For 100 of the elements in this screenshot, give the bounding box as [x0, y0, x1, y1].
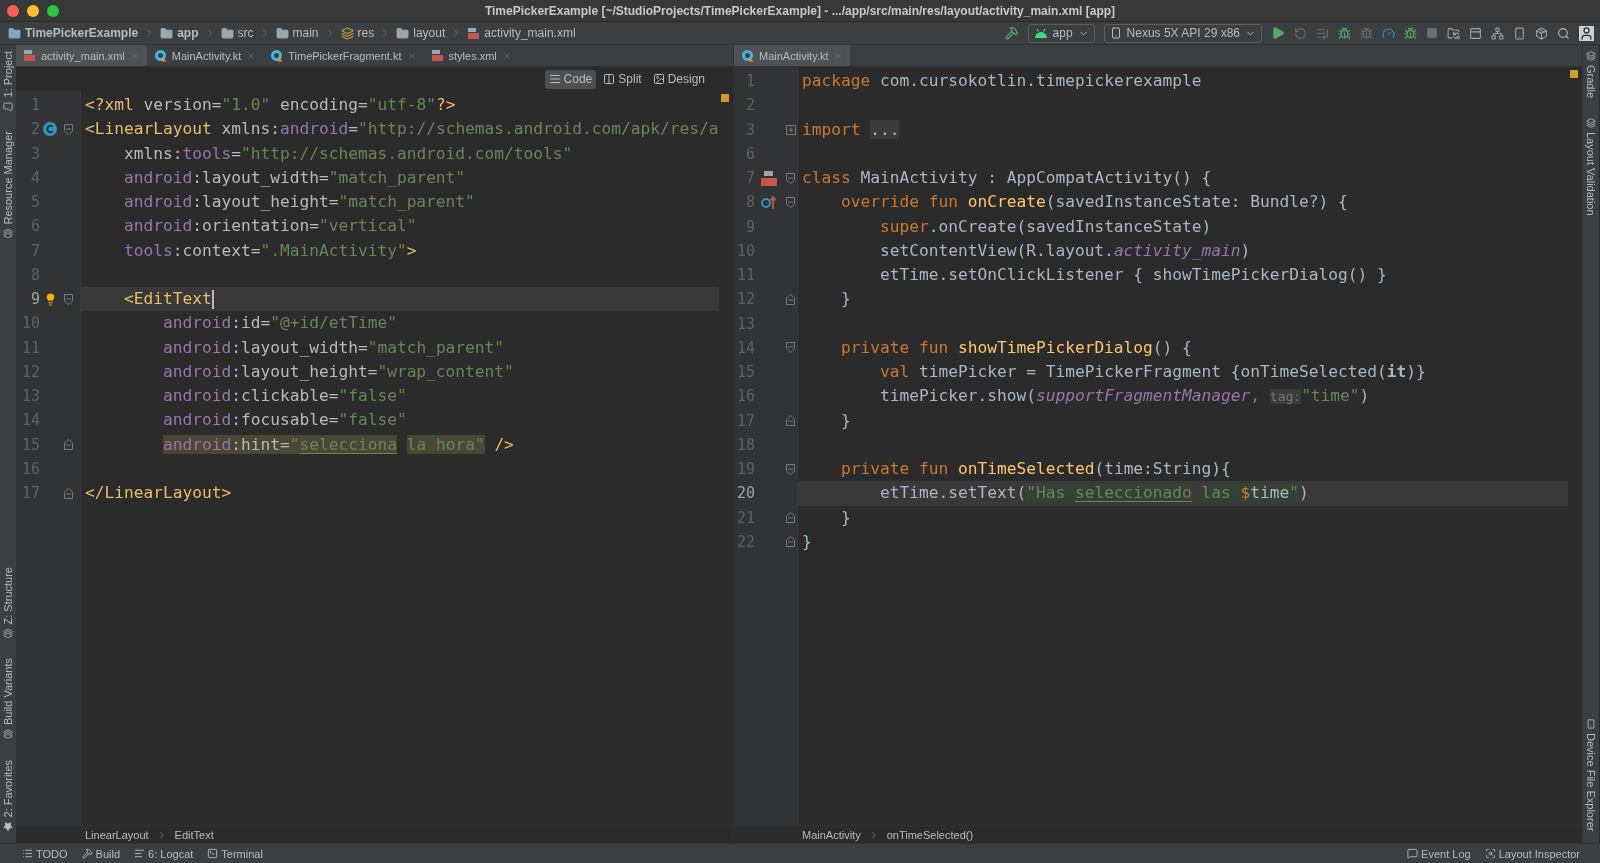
code-line: android:clickable="false" — [161, 385, 408, 407]
layers-icon — [1586, 118, 1596, 129]
list-icon[interactable] — [1316, 26, 1329, 40]
editor-tab[interactable]: MainActivity.kt — [146, 45, 264, 66]
package-icon[interactable] — [1535, 26, 1548, 40]
fold-marker-icon — [786, 293, 795, 305]
rerun-icon[interactable] — [1294, 26, 1307, 40]
code-line: } — [801, 530, 813, 553]
inspection-status-icon — [1570, 70, 1578, 78]
tool-window-button[interactable]: Layout Validation — [1583, 116, 1599, 218]
code-line: android:orientation="vertical" — [123, 215, 418, 238]
tool-window-button[interactable]: Build Variants — [0, 656, 16, 742]
view-mode-button[interactable]: Design — [648, 69, 709, 89]
phone-icon — [1586, 718, 1596, 729]
breadcrumb[interactable]: MainActivity — [802, 828, 861, 841]
tool-window-button[interactable]: 2: Favorites — [0, 757, 16, 833]
layout-file-icon — [430, 49, 444, 62]
bug-icon[interactable] — [1404, 26, 1417, 40]
code-line: android:id="@+id/etTime" — [161, 312, 398, 335]
override-icon — [761, 195, 777, 210]
tool-window-button[interactable]: Z: Structure — [0, 565, 16, 641]
breadcrumb[interactable]: layout — [394, 26, 448, 40]
tool-window-button[interactable]: 6: Logcat — [134, 847, 194, 860]
user-icon[interactable] — [1579, 25, 1594, 41]
phone-icon — [1109, 27, 1122, 39]
tool-window-button[interactable]: Resource Manager — [0, 129, 16, 242]
code-line: class MainActivity : AppCompatActivity() { — [801, 167, 1213, 189]
bug-icon[interactable] — [1338, 26, 1351, 40]
close-button[interactable] — [7, 4, 19, 17]
breadcrumb[interactable]: LinearLayout — [85, 828, 149, 841]
line-number: 9 — [29, 290, 40, 309]
gauge-icon[interactable] — [1382, 26, 1395, 40]
editor-tab[interactable]: activity_main.xml — [16, 45, 147, 66]
tool-window-button[interactable]: Terminal — [207, 847, 263, 860]
fold-marker-icon — [786, 415, 795, 427]
hammer-icon[interactable] — [1004, 26, 1019, 40]
breadcrumb[interactable]: app — [158, 26, 201, 40]
code-line: setContentView(R.layout.activity_main) — [878, 239, 1252, 262]
code-line: private fun showTimePickerDialog() { — [840, 336, 1193, 359]
breadcrumb[interactable]: res — [338, 26, 377, 40]
breadcrumb[interactable]: onTimeSelected() — [886, 828, 974, 841]
tool-window-button[interactable]: Layout Inspector — [1484, 847, 1580, 860]
window-icon[interactable] — [1469, 26, 1482, 40]
kotlin-file-icon — [270, 49, 284, 62]
tool-window-button[interactable]: Event Log — [1407, 847, 1471, 860]
view-mode-button[interactable]: Split — [599, 69, 646, 89]
android-icon — [1033, 27, 1048, 39]
tool-window-button[interactable]: Device File Explorer — [1583, 716, 1599, 833]
stop-icon[interactable] — [1426, 27, 1438, 39]
layout-file-icon — [467, 26, 481, 40]
tool-window-button[interactable]: Build — [81, 847, 121, 860]
network-icon[interactable] — [1491, 26, 1504, 40]
code-line: tools:context=".MainActivity"> — [123, 239, 418, 262]
minimize-button[interactable] — [27, 4, 39, 17]
code-line: android:layout_width="match_parent" — [161, 336, 506, 359]
layers-icon — [3, 628, 13, 639]
view-mode-button[interactable]: Code — [544, 69, 597, 89]
device-dropdown[interactable]: Nexus 5X API 29 x86 — [1103, 23, 1262, 43]
phone-icon[interactable] — [1513, 26, 1526, 40]
editor-tab[interactable]: MainActivity.kt — [734, 45, 851, 66]
window-title: TimePickerExample [~/StudioProjects/TimePickerExample] - .../app/src/main/res/layout/activity_main.xml [app] — [483, 3, 1117, 18]
search-icon[interactable] — [1557, 26, 1570, 40]
editor-tab[interactable]: TimePickerFragment.kt — [263, 45, 424, 66]
code-line: } — [840, 288, 852, 311]
expand-marker-icon — [785, 124, 796, 135]
code-line: } — [840, 409, 852, 432]
zoom-button[interactable] — [47, 4, 59, 17]
code-line: package com.cursokotlin.timepickerexample — [801, 70, 1203, 92]
code-line: } — [840, 506, 852, 529]
code-line: android:focusable="false" — [161, 409, 408, 432]
code-line: </LinearLayout> — [84, 482, 233, 504]
tool-window-button[interactable]: Gradle — [1583, 49, 1599, 101]
tool-window-button[interactable]: TODO — [22, 847, 68, 860]
layers-icon — [3, 729, 13, 740]
fold-marker-icon — [64, 293, 73, 305]
star-icon — [3, 821, 13, 831]
image-icon — [652, 73, 665, 85]
bug-icon[interactable] — [1360, 26, 1373, 40]
class-icon — [42, 121, 58, 138]
breadcrumb[interactable]: TimePickerExample — [6, 26, 141, 40]
code-line: etTime.setOnClickListener { showTimePickerDialog() } — [878, 264, 1388, 286]
code-line: android:layout_height="match_parent" — [123, 191, 476, 213]
fold-marker-icon — [786, 172, 795, 184]
breadcrumb[interactable]: EditText — [174, 828, 214, 841]
run-config-dropdown[interactable]: app — [1027, 23, 1095, 43]
tool-window-button[interactable]: 1: Project — [0, 49, 16, 114]
fold-marker-icon — [64, 439, 73, 451]
editor-tab[interactable]: styles.xml — [423, 45, 519, 66]
run-icon[interactable] — [1271, 26, 1285, 40]
breadcrumb[interactable]: src — [218, 26, 256, 40]
code-line: android:layout_width="match_parent" — [123, 166, 467, 189]
breadcrumb[interactable]: activity_main.xml — [465, 26, 578, 40]
breadcrumb[interactable]: main — [273, 26, 321, 40]
fold-marker-icon — [786, 196, 795, 208]
code-line: override fun onCreate(savedInstanceState: Bundle?) { — [840, 191, 1349, 214]
folder-sync-icon[interactable] — [1447, 26, 1460, 40]
code-line: android:hint="selecciona la hora" /> — [161, 433, 515, 456]
terminal-icon — [207, 848, 219, 859]
fold-marker-icon — [786, 512, 795, 524]
fold-marker-icon — [786, 463, 795, 475]
